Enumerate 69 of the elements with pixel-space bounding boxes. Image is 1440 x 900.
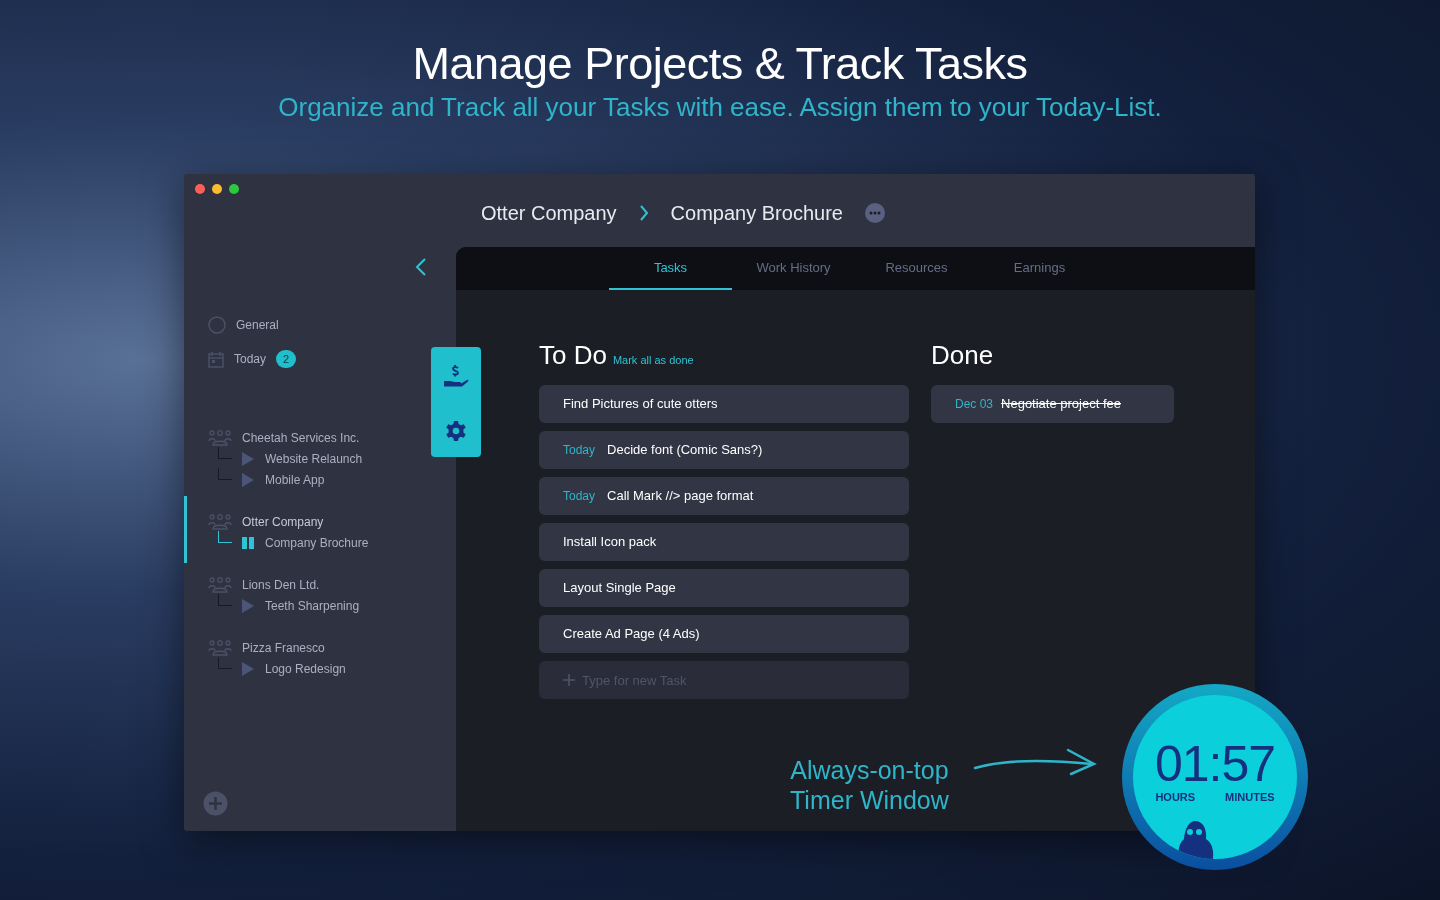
- group-icon: [208, 430, 232, 446]
- subheadline: Organize and Track all your Tasks with ease. Assign them to your Today-List.: [277, 91, 1163, 124]
- tab[interactable]: Earnings: [978, 247, 1101, 290]
- task-label: Call Mark //> page format: [607, 487, 754, 506]
- task-item[interactable]: Today Decide font (Comic Sans?): [539, 431, 909, 469]
- mark-all-done-link[interactable]: Mark all as done: [612, 352, 694, 369]
- client-name: Cheetah Services Inc.: [242, 430, 360, 447]
- group-icon: [208, 577, 232, 593]
- client-item[interactable]: Cheetah Services Inc.: [208, 428, 360, 448]
- task-item[interactable]: Find Pictures of cute otters: [539, 385, 909, 423]
- timer-window[interactable]: 01:57 HOURS MINUTES: [1122, 684, 1308, 870]
- task-label: Create Ad Page (4 Ads): [563, 625, 700, 644]
- annotation-text: Timer Window: [790, 785, 949, 815]
- client-name: Lions Den Ltd.: [242, 577, 320, 594]
- done-task-item[interactable]: Dec 03 Negotiate project fee: [931, 385, 1174, 423]
- minutes-label: MINUTES: [1225, 790, 1275, 805]
- client-item[interactable]: Otter Company: [208, 512, 324, 532]
- money-hand-icon[interactable]: [443, 362, 469, 389]
- task-label: Install Icon pack: [563, 533, 657, 552]
- client-item[interactable]: Pizza Franesco: [208, 638, 325, 658]
- sidebar-item[interactable]: Today 2: [208, 348, 297, 370]
- task-item[interactable]: Layout Single Page: [539, 569, 909, 607]
- circle-icon: [208, 316, 226, 334]
- tab[interactable]: Work History: [732, 247, 855, 290]
- pause-icon[interactable]: [242, 536, 254, 549]
- task-label: Find Pictures of cute otters: [563, 395, 718, 414]
- group-icon: [208, 514, 232, 530]
- back-icon[interactable]: [415, 257, 427, 277]
- today-tag: Today: [563, 441, 596, 459]
- project-item[interactable]: Company Brochure: [265, 533, 369, 552]
- timer-time: 01:57: [1154, 739, 1276, 789]
- annotation-text: Always-on-top: [790, 755, 949, 785]
- task-label: Layout Single Page: [563, 579, 676, 598]
- breadcrumb-item[interactable]: Otter Company: [481, 198, 617, 228]
- client-item[interactable]: Lions Den Ltd.: [208, 575, 320, 595]
- task-label: Negotiate project fee: [1001, 395, 1121, 414]
- tab[interactable]: Tasks: [609, 247, 732, 290]
- project-item[interactable]: Website Relaunch: [265, 449, 363, 468]
- breadcrumb-item[interactable]: Company Brochure: [670, 198, 843, 228]
- task-item[interactable]: Create Ad Page (4 Ads): [539, 615, 909, 653]
- project-item[interactable]: Logo Redesign: [265, 659, 346, 678]
- settings-icon[interactable]: [445, 419, 467, 442]
- more-button[interactable]: [864, 203, 885, 223]
- task-label: Decide font (Comic Sans?): [607, 441, 763, 460]
- project-item[interactable]: Mobile App: [265, 470, 325, 489]
- close-button[interactable]: [195, 184, 205, 194]
- minimize-button[interactable]: [212, 184, 222, 194]
- client-name: Pizza Franesco: [242, 640, 325, 657]
- sidebar-item[interactable]: General: [208, 314, 279, 336]
- today-tag: Today: [563, 487, 596, 505]
- sidebar-label: General: [236, 317, 279, 334]
- headline: Manage Projects & Track Tasks: [411, 38, 1029, 90]
- client-name: Otter Company: [242, 514, 324, 531]
- column-title: Done: [931, 340, 994, 370]
- task-item[interactable]: Install Icon pack: [539, 523, 909, 561]
- calendar-icon: [208, 350, 224, 368]
- chevron-right-icon: [638, 204, 649, 222]
- ellipsis-icon: [868, 211, 881, 215]
- tab[interactable]: Resources: [855, 247, 978, 290]
- selection-indicator: [184, 496, 187, 563]
- sidebar-label: Today: [234, 351, 267, 368]
- group-icon: [208, 640, 232, 656]
- project-item[interactable]: Teeth Sharpening: [265, 596, 360, 615]
- task-date: Dec 03: [955, 396, 994, 413]
- zoom-button[interactable]: [229, 184, 239, 194]
- hours-label: HOURS: [1155, 790, 1196, 805]
- count-badge: 2: [276, 349, 297, 369]
- column-title: To Do: [539, 340, 607, 370]
- task-item[interactable]: Today Call Mark //> page format: [539, 477, 909, 515]
